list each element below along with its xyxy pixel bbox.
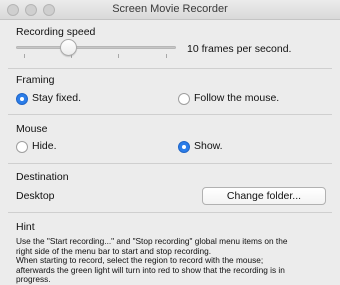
slider-tick [118, 54, 119, 58]
mouse-heading: Mouse [16, 123, 48, 135]
destination-folder: Desktop [16, 190, 55, 202]
slider-tick [24, 54, 25, 58]
change-folder-button[interactable]: Change folder... [202, 187, 326, 205]
recording-speed-heading: Recording speed [16, 26, 96, 38]
hide-mouse-label[interactable]: Hide. [32, 140, 57, 152]
hint-text: Use the "Start recording..." and "Stop r… [16, 236, 332, 285]
section-divider [8, 114, 332, 115]
stay-fixed-label[interactable]: Stay fixed. [32, 92, 81, 104]
speed-slider-track[interactable] [16, 46, 176, 49]
hide-mouse-radio[interactable] [16, 141, 28, 153]
destination-heading: Destination [16, 171, 69, 183]
hint-line: progress. [16, 274, 51, 285]
stay-fixed-radio[interactable] [16, 93, 28, 105]
section-divider [8, 163, 332, 164]
speed-slider-thumb[interactable] [60, 39, 78, 56]
follow-mouse-radio[interactable] [178, 93, 190, 105]
recorder-window: Screen Movie Recorder Recording speed 10… [0, 0, 340, 284]
hint-heading: Hint [16, 221, 35, 233]
show-mouse-radio[interactable] [178, 141, 190, 153]
section-divider [8, 68, 332, 69]
show-mouse-label[interactable]: Show. [194, 140, 223, 152]
slider-tick [166, 54, 167, 58]
framing-heading: Framing [16, 74, 55, 86]
title-bar: Screen Movie Recorder [0, 0, 340, 20]
speed-value-text: 10 frames per second. [187, 43, 292, 55]
window-title: Screen Movie Recorder [112, 3, 228, 15]
follow-mouse-label[interactable]: Follow the mouse. [194, 92, 279, 104]
hint-line: afterwards the green light will turn int… [16, 264, 285, 275]
section-divider [8, 212, 332, 213]
